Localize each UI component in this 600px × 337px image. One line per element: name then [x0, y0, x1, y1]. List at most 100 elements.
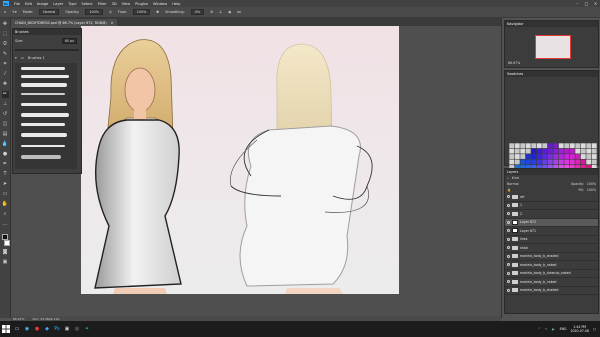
menu-help[interactable]: Help: [172, 2, 180, 6]
color-swatch[interactable]: [553, 143, 559, 149]
brush-preset[interactable]: [21, 83, 67, 87]
minimize-icon[interactable]: –: [573, 0, 582, 7]
eye-icon[interactable]: [507, 237, 510, 241]
app-icon[interactable]: ◎: [72, 321, 82, 337]
photoshop-taskbar-icon[interactable]: Ps: [52, 321, 62, 337]
brush-preset[interactable]: [21, 145, 65, 147]
layer-row[interactable]: 2: [505, 210, 598, 219]
type-tool-icon[interactable]: T: [2, 171, 9, 178]
move-tool-icon[interactable]: ✥: [2, 21, 9, 28]
color-swatch[interactable]: [525, 143, 531, 149]
zoom-tool-icon[interactable]: ⌕: [2, 211, 9, 218]
color-swatch[interactable]: [547, 143, 553, 149]
browser-icon[interactable]: ◉: [22, 321, 32, 337]
more-tools-icon[interactable]: …: [2, 221, 9, 228]
color-swatch[interactable]: [536, 159, 542, 165]
color-swatch[interactable]: [580, 148, 586, 154]
color-swatch[interactable]: [553, 154, 559, 159]
gear-icon[interactable]: ⚙: [210, 10, 213, 14]
pen-tool-icon[interactable]: ✒: [2, 161, 9, 168]
eye-icon[interactable]: [507, 254, 510, 258]
color-swatch[interactable]: [547, 154, 553, 159]
brush-preset[interactable]: [21, 133, 67, 137]
color-swatch[interactable]: [564, 154, 570, 159]
layer-row[interactable]: mariela_body_b_shaded: [505, 287, 598, 295]
color-swatch[interactable]: [547, 148, 553, 154]
color-swatch[interactable]: [520, 143, 526, 149]
app-icon[interactable]: ✦: [82, 321, 92, 337]
brush-preset[interactable]: [21, 113, 69, 117]
eye-icon[interactable]: [507, 271, 510, 275]
color-swatch[interactable]: [586, 154, 592, 159]
color-swatch[interactable]: [547, 159, 553, 165]
healing-tool-icon[interactable]: ✚: [2, 81, 9, 88]
color-swatch[interactable]: [553, 148, 559, 154]
menu-layer[interactable]: Layer: [53, 2, 63, 6]
color-swatch[interactable]: [580, 159, 586, 165]
opacity-field[interactable]: 100%: [85, 9, 104, 15]
menu-file[interactable]: File: [14, 2, 20, 6]
color-swatch[interactable]: [553, 159, 559, 165]
color-swatch[interactable]: [531, 148, 537, 154]
angle-icon[interactable]: ∠: [219, 10, 222, 14]
screen-mode-icon[interactable]: ▣: [2, 259, 9, 266]
history-brush-tool-icon[interactable]: ↺: [2, 111, 9, 118]
menu-plugins[interactable]: Plugins: [135, 2, 148, 6]
color-swatch[interactable]: [509, 159, 515, 165]
color-swatch[interactable]: [542, 148, 548, 154]
background-color-swatch[interactable]: [4, 240, 10, 246]
brush-preset[interactable]: [21, 75, 69, 78]
layer-row[interactable]: shad: [505, 244, 598, 253]
eye-icon[interactable]: [507, 212, 510, 216]
chevron-up-icon[interactable]: ⌃: [538, 327, 541, 331]
color-swatch[interactable]: [520, 148, 526, 154]
color-swatch[interactable]: [514, 159, 520, 165]
app-blue-icon[interactable]: ◆: [42, 321, 52, 337]
layer-row[interactable]: mariela_body_b_shaded: [505, 253, 598, 261]
color-swatch[interactable]: [509, 154, 515, 159]
color-swatch[interactable]: [525, 148, 531, 154]
eyedropper-tool-icon[interactable]: ⁄: [2, 71, 9, 78]
layer-row[interactable]: mariela_body_b_naked: [505, 261, 598, 270]
airbrush-icon[interactable]: ✱: [156, 10, 159, 14]
layer-row[interactable]: mariela_body_b_naked: [505, 278, 598, 287]
eye-icon[interactable]: [507, 195, 510, 199]
layer-row[interactable]: Layer 672: [505, 218, 598, 227]
status-zoom[interactable]: 66.67%: [13, 317, 24, 321]
app-icon[interactable]: ▣: [62, 321, 72, 337]
eye-icon[interactable]: [507, 246, 510, 250]
brush-tool-icon[interactable]: ✏: [1, 91, 9, 98]
wifi-icon[interactable]: ⌔: [545, 327, 548, 332]
app-red-icon[interactable]: ●: [32, 321, 42, 337]
color-swatch[interactable]: [542, 143, 548, 149]
pressure-opacity-icon[interactable]: ◎: [109, 10, 112, 14]
canvas[interactable]: [81, 26, 399, 294]
eye-icon[interactable]: [507, 203, 510, 207]
brush-preset[interactable]: [21, 123, 65, 126]
layer-row[interactable]: lines: [505, 236, 598, 244]
maximize-icon[interactable]: □: [582, 0, 591, 7]
color-swatch[interactable]: [564, 159, 570, 165]
color-swatch[interactable]: [586, 159, 592, 165]
color-swatch[interactable]: [575, 154, 581, 159]
home-icon[interactable]: ⌂: [4, 10, 6, 14]
menu-type[interactable]: Type: [68, 2, 76, 6]
color-swatch[interactable]: [514, 148, 520, 154]
brush-size-slider[interactable]: [15, 49, 79, 51]
brush-tool-preset-icon[interactable]: ✎▾: [12, 10, 17, 14]
eye-icon[interactable]: [507, 288, 510, 292]
windows-start-icon[interactable]: [0, 321, 12, 337]
eye-icon[interactable]: [507, 220, 510, 224]
path-select-tool-icon[interactable]: ➤: [2, 181, 9, 188]
menu-3d[interactable]: 3D: [112, 2, 117, 6]
clock[interactable]: 1:44 PM 2020-07-08: [570, 325, 589, 333]
brush-preset[interactable]: [21, 103, 67, 106]
language-indicator[interactable]: ENG: [560, 327, 567, 331]
color-swatch[interactable]: [575, 143, 581, 149]
chevron-down-icon[interactable]: ▾: [15, 56, 17, 60]
eye-icon[interactable]: [507, 280, 510, 284]
color-swatch[interactable]: [542, 154, 548, 159]
brush-preset[interactable]: [21, 67, 65, 70]
color-swatch[interactable]: [569, 143, 575, 149]
color-swatch[interactable]: [525, 154, 531, 159]
